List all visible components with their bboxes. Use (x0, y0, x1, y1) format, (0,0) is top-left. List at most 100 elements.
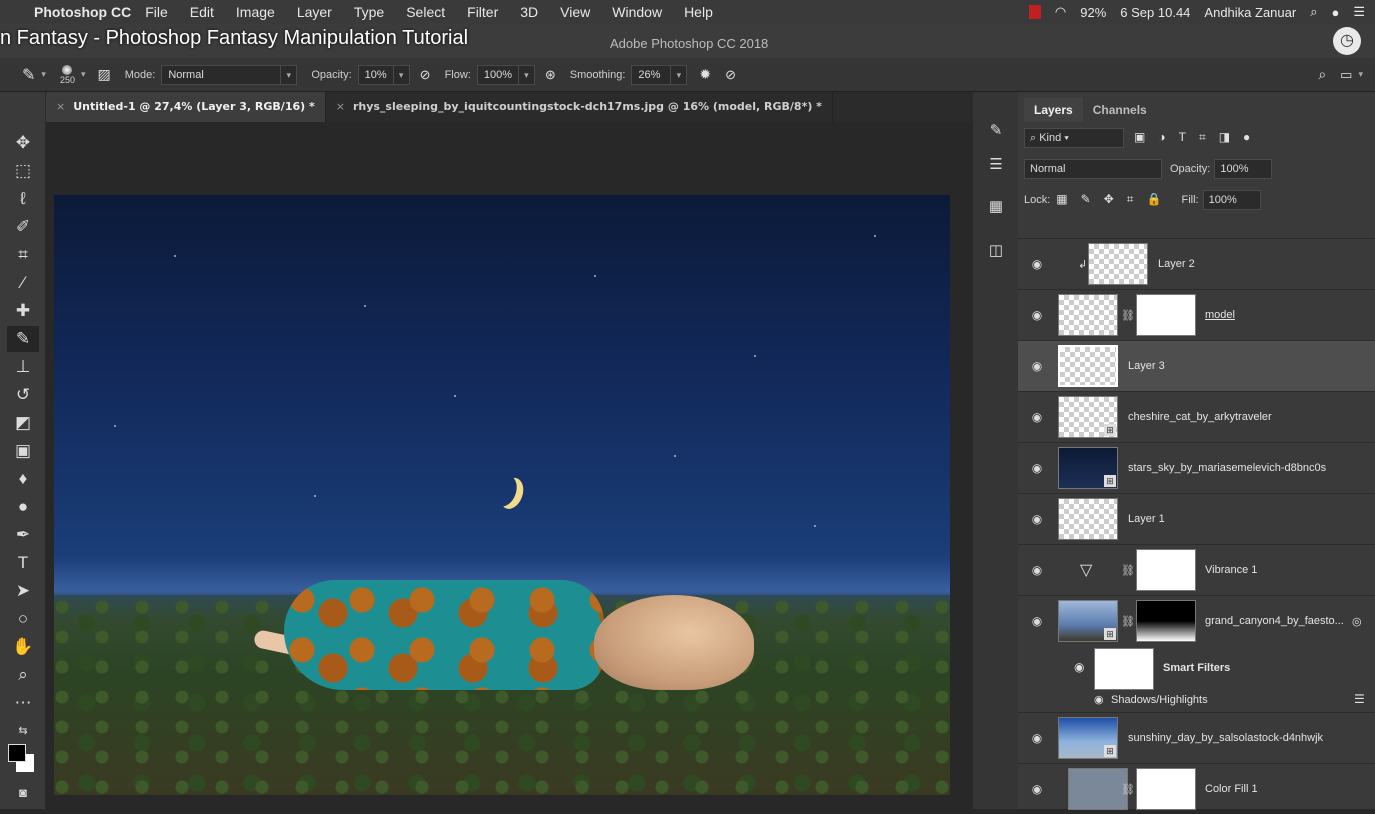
mode-select[interactable]: Normal (161, 64, 282, 85)
menu-filter[interactable]: Filter (467, 4, 498, 20)
clock-datetime[interactable]: 6 Sep 10.44 (1120, 5, 1190, 20)
layer-mask-thumbnail[interactable] (1136, 549, 1196, 591)
layer-name[interactable]: model (1205, 309, 1235, 321)
lock-all-icon[interactable]: 🔒 (1147, 192, 1162, 207)
visibility-eye-icon[interactable]: ◉ (1030, 731, 1044, 745)
quick-selection-tool-icon[interactable]: ✐ (7, 214, 39, 240)
smart-filters-label[interactable]: Smart Filters (1163, 662, 1230, 674)
chevron-down-icon[interactable]: ▾ (281, 64, 298, 85)
filter-blending-options-icon[interactable]: ☰ (1354, 692, 1365, 706)
chevron-down-icon[interactable]: ▾ (1358, 69, 1363, 80)
opacity-input[interactable]: 10% (357, 64, 394, 85)
gradient-tool-icon[interactable]: ▣ (7, 438, 39, 464)
visibility-eye-icon[interactable]: ◉ (1030, 512, 1044, 526)
siri-icon[interactable]: ● (1331, 5, 1339, 20)
visibility-eye-icon[interactable]: ◉ (1030, 614, 1044, 628)
chevron-down-icon[interactable]: ▾ (518, 64, 535, 85)
layer-mask-thumbnail[interactable] (1136, 294, 1196, 336)
document-tab[interactable]: × Untitled-1 @ 27,4% (Layer 3, RGB/16) * (46, 92, 326, 122)
chevron-down-icon[interactable]: ▾ (81, 69, 86, 80)
filter-effect-row[interactable]: ◉ Shadows/Highlights ☰ (1018, 690, 1375, 710)
filter-toggle-icon[interactable]: ● (1243, 130, 1250, 145)
filter-adjustment-icon[interactable]: ◑ (1158, 130, 1165, 145)
chevron-down-icon[interactable]: ▾ (393, 64, 410, 85)
wifi-icon[interactable]: ◠ (1055, 4, 1066, 20)
visibility-eye-icon[interactable]: ◉ (1030, 782, 1044, 796)
close-icon[interactable]: × (336, 100, 345, 113)
menu-type[interactable]: Type (354, 4, 384, 20)
visibility-eye-icon[interactable]: ◉ (1030, 308, 1044, 322)
layer-mask-thumbnail[interactable] (1136, 768, 1196, 810)
flow-input[interactable]: 100% (476, 64, 519, 85)
pressure-opacity-icon[interactable]: ⊘ (420, 67, 431, 83)
layer-row[interactable]: ◉ Layer 3 (1018, 340, 1375, 391)
menu-layer[interactable]: Layer (297, 4, 332, 20)
filter-smart-object-icon[interactable]: ◨ (1219, 130, 1230, 145)
ellipse-tool-icon[interactable]: ○ (7, 606, 39, 632)
layer-row[interactable]: ◉ ⊞ sunshiny_day_by_salsolastock-d4nhwjk (1018, 712, 1375, 763)
lock-position-icon[interactable]: ✥ (1104, 192, 1114, 207)
chevron-down-icon[interactable]: ▾ (671, 64, 688, 85)
airbrush-icon[interactable]: ⊛ (545, 67, 556, 83)
watch-later-icon[interactable]: ◷ (1333, 27, 1361, 55)
menu-select[interactable]: Select (406, 4, 445, 20)
layer-name[interactable]: Layer 3 (1128, 360, 1165, 372)
smart-filter-mask-thumbnail[interactable] (1094, 648, 1154, 690)
visibility-eye-icon[interactable]: ◉ (1094, 693, 1104, 706)
mask-link-icon[interactable]: ⛓ (1121, 309, 1135, 322)
zoom-tool-icon[interactable]: ⌕ (7, 662, 39, 688)
brush-presets-icon[interactable]: ✎ (985, 120, 1007, 142)
move-tool-icon[interactable]: ✥ (7, 130, 39, 156)
filter-kind-select[interactable]: ⌕ Kind ▾ (1024, 127, 1124, 148)
blur-tool-icon[interactable]: ♦ (7, 466, 39, 492)
layer-name[interactable]: Layer 1 (1128, 513, 1165, 525)
record-icon[interactable] (1028, 5, 1041, 19)
layer-name[interactable]: Layer 2 (1158, 258, 1195, 270)
visibility-eye-icon[interactable]: ◉ (1030, 359, 1044, 373)
swatches-grid-icon[interactable]: ▦ (985, 196, 1007, 218)
healing-brush-tool-icon[interactable]: ✚ (7, 298, 39, 324)
document-tab[interactable]: × rhys_sleeping_by_iquitcountingstock-dch… (326, 92, 833, 122)
layer-row[interactable]: ◉ ▽ ⛓ Vibrance 1 (1018, 544, 1375, 595)
lasso-tool-icon[interactable]: ℓ (7, 186, 39, 212)
workspace-icon[interactable]: ▭ (1340, 67, 1352, 83)
filter-type-icon[interactable]: T (1179, 130, 1186, 145)
pen-tool-icon[interactable]: ✒ (7, 522, 39, 548)
history-brush-tool-icon[interactable]: ↺ (7, 382, 39, 408)
battery-percent[interactable]: 92% (1080, 5, 1106, 20)
hand-tool-icon[interactable]: ✋ (7, 634, 39, 660)
menu-view[interactable]: View (560, 4, 590, 20)
menu-help[interactable]: Help (684, 4, 713, 20)
fill-input[interactable]: 100% (1202, 189, 1261, 210)
brush-tool-icon[interactable]: ✎ (7, 326, 39, 352)
layer-name[interactable]: cheshire_cat_by_arkytraveler (1128, 411, 1272, 423)
layer-row[interactable]: ◉ ⛓ Color Fill 1 (1018, 763, 1375, 814)
user-name[interactable]: Andhika Zanuar (1204, 5, 1296, 20)
layer-row[interactable]: ◉ ⊞ ⛓ grand_canyon4_by_faesto... ◎ (1018, 595, 1375, 646)
layer-mask-thumbnail[interactable] (1136, 600, 1196, 642)
layer-row[interactable]: ◉ ⛓ model (1018, 289, 1375, 340)
layer-opacity-input[interactable]: 100% (1214, 158, 1273, 179)
eraser-tool-icon[interactable]: ◩ (7, 410, 39, 436)
chevron-down-icon[interactable]: ▾ (41, 69, 46, 80)
filter-effect-name[interactable]: Shadows/Highlights (1111, 694, 1208, 706)
close-icon[interactable]: × (56, 100, 65, 113)
lock-artboard-icon[interactable]: ⌗ (1127, 192, 1134, 207)
visibility-eye-icon[interactable]: ◉ (1030, 410, 1044, 424)
tab-channels[interactable]: Channels (1083, 98, 1157, 122)
menu-file[interactable]: File (145, 4, 168, 20)
adjustments-icon[interactable]: ☰ (985, 154, 1007, 176)
visibility-eye-icon[interactable]: ◉ (1030, 563, 1044, 577)
notification-center-icon[interactable]: ☰ (1353, 4, 1365, 20)
menu-window[interactable]: Window (612, 4, 662, 20)
filter-pixel-icon[interactable]: ▣ (1134, 130, 1145, 145)
canvas-area[interactable] (46, 122, 972, 809)
smart-filters-row[interactable]: ◉ Smart Filters (1018, 646, 1375, 690)
foreground-color-swatch[interactable] (8, 744, 26, 762)
dodge-tool-icon[interactable]: ● (7, 494, 39, 520)
visibility-eye-icon[interactable]: ◉ (1074, 660, 1084, 674)
menu-app-name[interactable]: Photoshop CC (34, 4, 131, 20)
visibility-eye-icon[interactable]: ◉ (1030, 461, 1044, 475)
menu-3d[interactable]: 3D (520, 4, 538, 20)
quick-mask-icon[interactable]: ◙ (7, 780, 39, 806)
